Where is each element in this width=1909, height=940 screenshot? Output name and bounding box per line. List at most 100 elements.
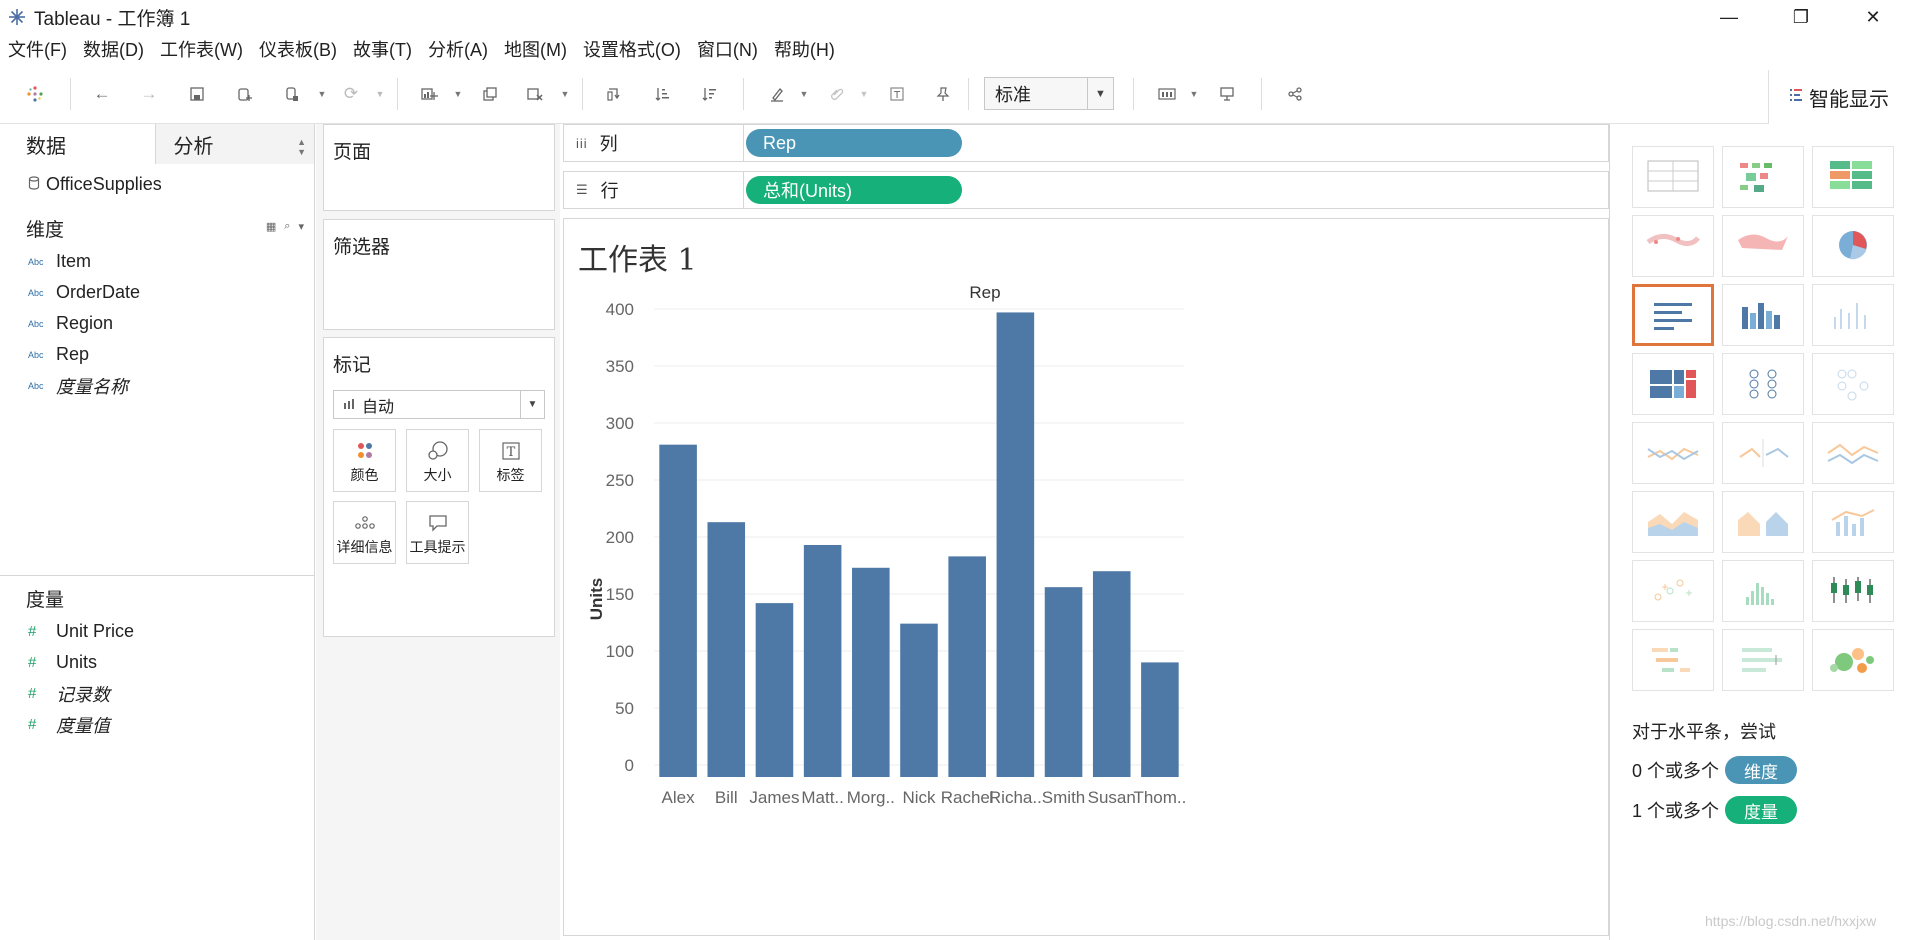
- menu-dashboard[interactable]: 仪表板(B): [259, 36, 337, 62]
- highlight-icon[interactable]: [762, 79, 792, 109]
- packed-bubbles-icon[interactable]: [1812, 629, 1894, 691]
- rows-shelf[interactable]: ☰ 行 总和(Units): [563, 171, 1609, 209]
- heat-map-icon[interactable]: [1722, 146, 1804, 208]
- tab-dropdown-icon[interactable]: ▲ ▼: [297, 137, 306, 157]
- box-plot-icon[interactable]: [1812, 560, 1894, 622]
- bar[interactable]: [948, 556, 986, 777]
- scatter-plot-icon[interactable]: [1632, 560, 1714, 622]
- bullet-graph-icon[interactable]: [1722, 629, 1804, 691]
- close-button[interactable]: ✕: [1837, 0, 1909, 34]
- menu-analysis[interactable]: 分析(A): [428, 36, 488, 62]
- measure-field[interactable]: # 度量值: [0, 709, 314, 740]
- presentation-mode-icon[interactable]: [1212, 79, 1242, 109]
- save-icon[interactable]: [182, 79, 212, 109]
- treemap-icon[interactable]: [1632, 353, 1714, 415]
- columns-shelf[interactable]: iii 列 Rep: [563, 124, 1609, 162]
- continuous-area-icon[interactable]: [1632, 491, 1714, 553]
- menu-worksheet[interactable]: 工作表(W): [160, 36, 243, 62]
- show-me-tab[interactable]: 智能显示: [1768, 70, 1909, 124]
- highlight-dropdown-icon[interactable]: ▼: [798, 79, 810, 109]
- dimension-field[interactable]: Abc Item: [0, 246, 314, 277]
- label-button[interactable]: T 标签: [479, 429, 542, 492]
- rows-pill[interactable]: 总和(Units): [746, 176, 962, 204]
- menu-map[interactable]: 地图(M): [504, 36, 567, 62]
- histogram-icon[interactable]: [1722, 560, 1804, 622]
- maximize-button[interactable]: ❐: [1765, 0, 1837, 34]
- tooltip-button[interactable]: 工具提示: [406, 501, 469, 564]
- filters-card[interactable]: 筛选器: [323, 219, 555, 330]
- share-icon[interactable]: [1280, 79, 1310, 109]
- datasource-item[interactable]: OfficeSupplies: [0, 164, 314, 204]
- show-cards-icon[interactable]: [1152, 79, 1182, 109]
- clear-sheet-icon[interactable]: [520, 79, 550, 109]
- columns-pill[interactable]: Rep: [746, 129, 962, 157]
- highlight-table-icon[interactable]: [1812, 146, 1894, 208]
- mark-type-select[interactable]: 自动 ▼: [333, 390, 545, 419]
- horizontal-bars-icon[interactable]: [1632, 284, 1714, 346]
- undo-icon[interactable]: ←: [87, 79, 117, 109]
- bar[interactable]: [1044, 587, 1083, 777]
- gantt-chart-icon[interactable]: [1632, 629, 1714, 691]
- menu-file[interactable]: 文件(F): [8, 36, 67, 62]
- tab-data[interactable]: 数据: [0, 124, 155, 164]
- search-icon[interactable]: ⌕: [284, 220, 290, 233]
- fix-axes-icon[interactable]: [928, 79, 958, 109]
- symbol-map-icon[interactable]: [1632, 215, 1714, 277]
- redo-icon[interactable]: →: [134, 79, 164, 109]
- pie-chart-icon[interactable]: [1812, 215, 1894, 277]
- bar[interactable]: [755, 603, 794, 777]
- tableau-home-icon[interactable]: [20, 79, 50, 109]
- group-dropdown-icon[interactable]: ▼: [858, 79, 870, 109]
- continuous-lines-icon[interactable]: [1632, 422, 1714, 484]
- side-by-side-bars-icon[interactable]: [1812, 284, 1894, 346]
- new-datasource-icon[interactable]: [230, 79, 260, 109]
- color-button[interactable]: 颜色: [333, 429, 396, 492]
- refresh-dropdown-icon[interactable]: ▼: [374, 79, 386, 109]
- circle-views-icon[interactable]: [1722, 353, 1804, 415]
- stacked-bars-icon[interactable]: [1722, 284, 1804, 346]
- text-table-icon[interactable]: [1632, 146, 1714, 208]
- dimension-field[interactable]: Abc 度量名称: [0, 370, 314, 401]
- bar[interactable]: [900, 623, 938, 777]
- bar[interactable]: [1092, 571, 1131, 777]
- discrete-area-icon[interactable]: [1722, 491, 1804, 553]
- clear-dropdown-icon[interactable]: ▼: [559, 79, 571, 109]
- detail-button[interactable]: 详细信息: [333, 501, 396, 564]
- bar[interactable]: [1141, 662, 1179, 777]
- new-worksheet-icon[interactable]: [414, 79, 444, 109]
- sort-descending-icon[interactable]: [694, 79, 724, 109]
- measure-field[interactable]: # Units: [0, 647, 314, 678]
- menu-data[interactable]: 数据(D): [83, 36, 144, 62]
- bar[interactable]: [852, 567, 890, 777]
- sort-ascending-icon[interactable]: [647, 79, 677, 109]
- pause-dropdown-icon[interactable]: ▼: [316, 79, 328, 109]
- discrete-lines-icon[interactable]: [1722, 422, 1804, 484]
- menu-format[interactable]: 设置格式(O): [583, 36, 681, 62]
- filled-map-icon[interactable]: [1722, 215, 1804, 277]
- minimize-button[interactable]: —: [1693, 0, 1765, 34]
- bar[interactable]: [996, 312, 1035, 777]
- pause-updates-icon[interactable]: [277, 79, 307, 109]
- new-worksheet-dropdown-icon[interactable]: ▼: [452, 79, 464, 109]
- dual-lines-icon[interactable]: [1812, 422, 1894, 484]
- menu-dropdown-icon[interactable]: ▾: [298, 220, 304, 233]
- group-members-icon[interactable]: [822, 79, 852, 109]
- bar[interactable]: [659, 444, 697, 777]
- tab-analytics[interactable]: 分析 ▲ ▼: [154, 124, 314, 164]
- measure-field[interactable]: # Unit Price: [0, 616, 314, 647]
- dual-combination-icon[interactable]: [1812, 491, 1894, 553]
- menu-help[interactable]: 帮助(H): [774, 36, 835, 62]
- grid-view-icon[interactable]: ▦: [266, 220, 276, 233]
- dimension-field[interactable]: Abc Rep: [0, 339, 314, 370]
- bar[interactable]: [803, 544, 842, 777]
- show-cards-dropdown-icon[interactable]: ▼: [1188, 79, 1200, 109]
- dimension-field[interactable]: Abc Region: [0, 308, 314, 339]
- size-button[interactable]: 大小: [406, 429, 469, 492]
- measure-field[interactable]: # 记录数: [0, 678, 314, 709]
- side-by-side-circles-icon[interactable]: [1812, 353, 1894, 415]
- menu-window[interactable]: 窗口(N): [697, 36, 758, 62]
- fit-select[interactable]: 标准 ▼: [984, 77, 1114, 110]
- refresh-icon[interactable]: ⟳: [336, 79, 366, 109]
- pages-card[interactable]: 页面: [323, 124, 555, 211]
- bar[interactable]: [707, 522, 746, 777]
